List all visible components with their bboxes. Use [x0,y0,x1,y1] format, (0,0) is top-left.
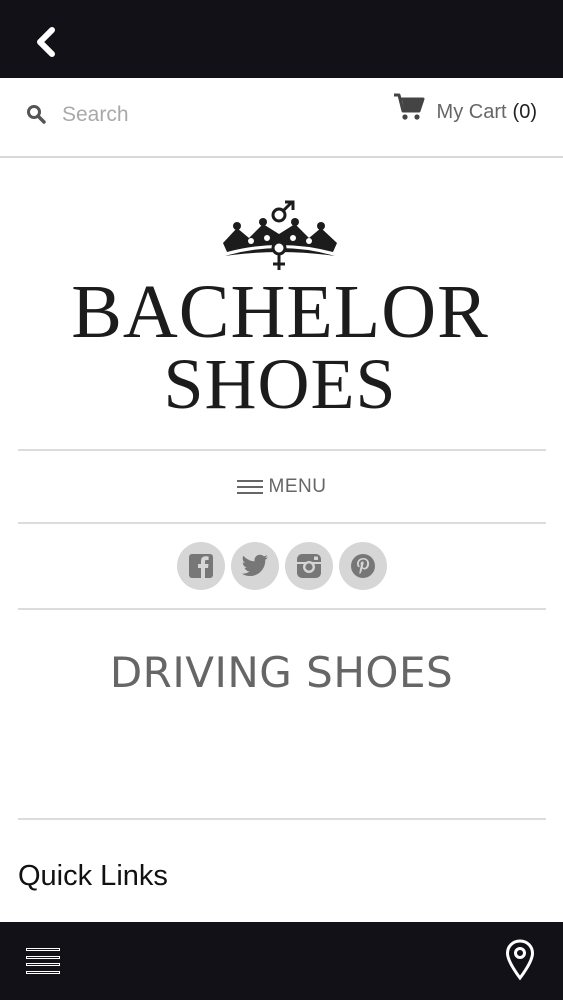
facebook-button[interactable] [176,542,225,590]
crown-emblem-icon [223,200,337,270]
cart-label: My Cart [436,100,507,123]
menu-lines-icon [236,480,263,494]
top-bar [0,0,563,78]
chevron-left-icon [37,27,55,57]
instagram-button[interactable] [284,542,333,590]
twitter-button[interactable] [230,542,279,590]
search-icon[interactable] [26,104,46,124]
location-pin-icon[interactable] [504,938,536,982]
social-links [0,542,563,590]
hamburger-icon[interactable] [26,946,60,976]
menu-button[interactable]: MENU [0,470,563,504]
facebook-icon [188,554,213,578]
page-title: DRIVING SHOES [109,648,454,697]
menu-label: MENU [268,476,327,497]
logo-text-shoes: SHOES [163,344,397,424]
divider [18,522,546,524]
instagram-icon [296,554,321,578]
quick-links-heading[interactable]: Quick Links [18,860,168,893]
divider [18,608,546,610]
logo-text-bachelor: BACHELOR [71,270,489,354]
cart-icon [393,93,425,120]
back-button[interactable] [26,22,66,62]
cart-count: (0) [512,100,537,123]
pinterest-icon [350,554,375,578]
pinterest-button[interactable] [338,542,387,590]
bottom-bar [0,922,563,1000]
twitter-icon [241,554,268,576]
search-input[interactable] [62,100,322,130]
cart-button[interactable]: My Cart (0) [393,93,537,130]
divider [18,818,546,820]
store-logo[interactable]: BACHELOR SHOES [40,192,520,422]
divider [18,449,546,451]
